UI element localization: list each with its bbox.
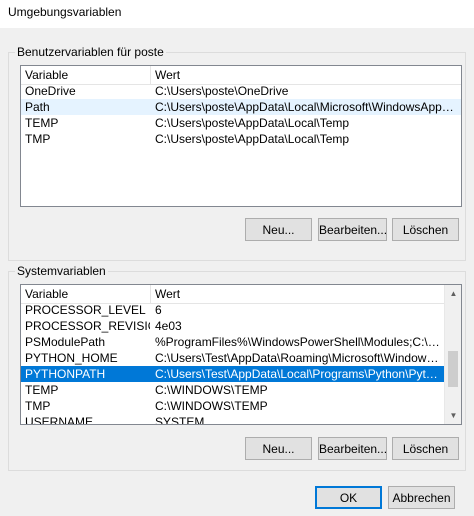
window-title: Umgebungsvariablen <box>8 5 122 19</box>
user-var-row-temp[interactable]: TEMP C:\Users\poste\AppData\Local\Temp <box>21 115 461 131</box>
variable-name: TEMP <box>25 116 59 130</box>
scroll-up-icon[interactable]: ▲ <box>445 285 461 302</box>
variable-value: C:\Users\poste\OneDrive <box>155 84 289 98</box>
system-edit-button[interactable]: Bearbeiten... <box>318 437 387 460</box>
user-new-button[interactable]: Neu... <box>245 218 312 241</box>
variable-value: SYSTEM <box>155 415 205 425</box>
variable-value: C:\Users\Test\AppData\Roaming\Microsoft\… <box>155 351 442 365</box>
variable-name: TMP <box>25 399 51 413</box>
system-var-row-tmp[interactable]: TMP C:\WINDOWS\TEMP <box>21 398 444 414</box>
variable-value: C:\Users\Test\AppData\Local\Programs\Pyt… <box>155 367 442 381</box>
variable-name: PSModulePath <box>25 335 106 349</box>
variable-value: 6 <box>155 303 162 317</box>
scrollbar-thumb[interactable] <box>448 351 458 387</box>
system-var-row-python-home[interactable]: PYTHON_HOME C:\Users\Test\AppData\Roamin… <box>21 350 444 366</box>
ok-button[interactable]: OK <box>315 486 382 509</box>
variable-name: PYTHONPATH <box>25 367 106 381</box>
cancel-button[interactable]: Abbrechen <box>388 486 455 509</box>
variable-name: Path <box>25 100 50 114</box>
variable-name: TMP <box>25 132 51 146</box>
variable-value: 4e03 <box>155 319 182 333</box>
variable-name: PYTHON_HOME <box>25 351 118 365</box>
user-var-row-path[interactable]: Path C:\Users\poste\AppData\Local\Micros… <box>21 99 461 115</box>
variable-value: C:\WINDOWS\TEMP <box>155 399 268 413</box>
variable-name: PROCESSOR_REVISION <box>25 319 150 333</box>
user-var-row-onedrive[interactable]: OneDrive C:\Users\poste\OneDrive <box>21 83 461 99</box>
variable-value: %ProgramFiles%\WindowsPowerShell\Modules… <box>155 335 442 349</box>
system-new-button[interactable]: Neu... <box>245 437 312 460</box>
user-vars-group-label: Benutzervariablen für poste <box>15 44 166 60</box>
system-var-row-psmodulepath[interactable]: PSModulePath %ProgramFiles%\WindowsPower… <box>21 334 444 350</box>
variable-name: TEMP <box>25 383 59 397</box>
variable-name: PROCESSOR_LEVEL <box>25 303 146 317</box>
system-vars-scrollbar[interactable]: ▲ ▼ <box>444 285 461 424</box>
variable-name: OneDrive <box>25 84 76 98</box>
variable-value: C:\Users\poste\AppData\Local\Temp <box>155 116 350 130</box>
user-delete-button[interactable]: Löschen <box>392 218 459 241</box>
scroll-down-icon[interactable]: ▼ <box>445 407 461 424</box>
title-bar: Umgebungsvariablen <box>0 0 474 28</box>
variable-name: USERNAME <box>25 415 94 425</box>
system-var-row-pythonpath[interactable]: PYTHONPATH C:\Users\Test\AppData\Local\P… <box>21 366 444 382</box>
system-vars-group-label: Systemvariablen <box>15 263 108 279</box>
variable-value: C:\WINDOWS\TEMP <box>155 383 268 397</box>
variable-value: C:\Users\poste\AppData\Local\Microsoft\W… <box>155 100 459 114</box>
system-var-row-temp[interactable]: TEMP C:\WINDOWS\TEMP <box>21 382 444 398</box>
user-edit-button[interactable]: Bearbeiten... <box>318 218 387 241</box>
user-var-row-tmp[interactable]: TMP C:\Users\poste\AppData\Local\Temp <box>21 131 461 147</box>
system-var-row-processor-revision[interactable]: PROCESSOR_REVISION 4e03 <box>21 318 444 334</box>
user-vars-list[interactable]: Variable Wert OneDrive C:\Users\poste\On… <box>20 65 462 207</box>
system-delete-button[interactable]: Löschen <box>392 437 459 460</box>
system-var-row-username[interactable]: USERNAME SYSTEM <box>21 414 444 425</box>
system-vars-list[interactable]: Variable Wert PROCESSOR_LEVEL 6 PROCESSO… <box>20 284 462 425</box>
system-var-row-processor-level[interactable]: PROCESSOR_LEVEL 6 <box>21 302 444 318</box>
variable-value: C:\Users\poste\AppData\Local\Temp <box>155 132 350 146</box>
